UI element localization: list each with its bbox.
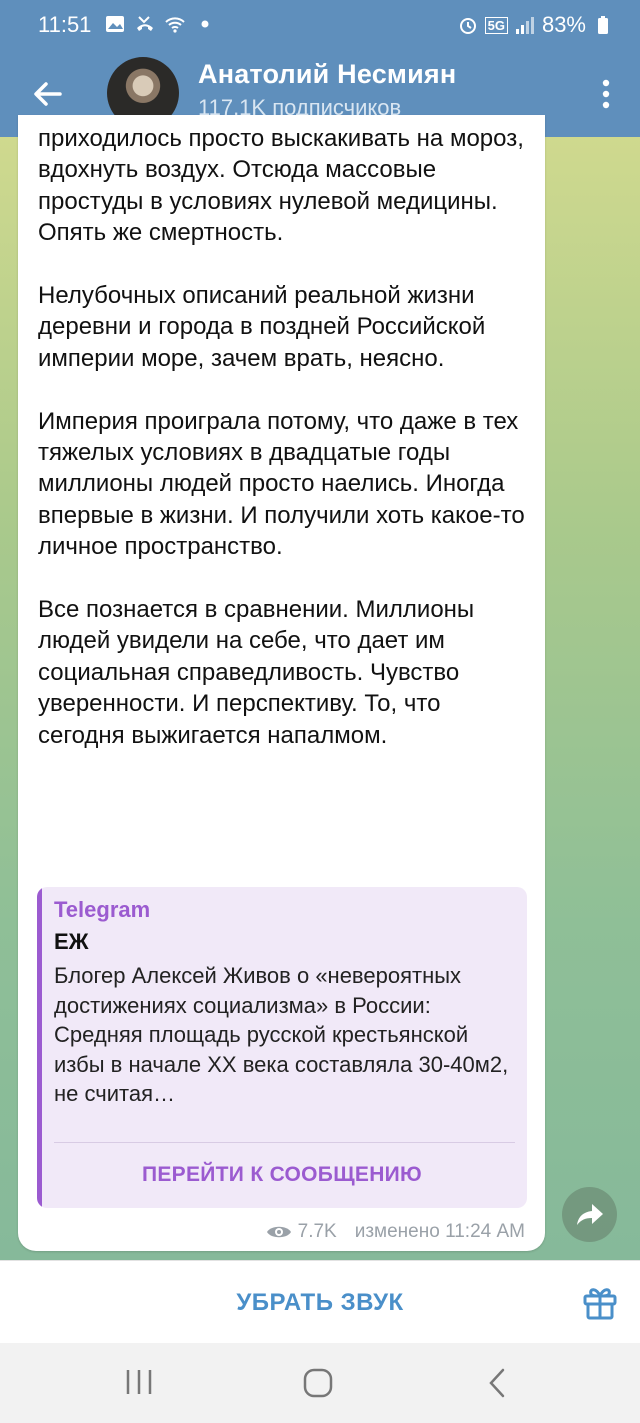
wifi-icon	[165, 17, 185, 33]
views-eye-icon	[266, 1226, 291, 1238]
message-paragraph: приходилось просто выскакивать на мороз,…	[38, 125, 524, 247]
quote-source: Telegram	[54, 897, 151, 922]
alarm-icon	[459, 18, 476, 34]
signal-icon	[515, 17, 534, 34]
dot-icon	[201, 20, 209, 28]
battery-icon	[598, 16, 608, 34]
edited-time: изменено 11:24 AM	[354, 1221, 525, 1242]
network-type: 5G	[484, 16, 508, 34]
status-bar: 11:51 5G 83%	[0, 0, 640, 52]
home-icon[interactable]	[302, 1367, 334, 1399]
status-right-icons: 5G 83%	[457, 12, 614, 38]
go-to-message-button[interactable]: ПЕРЕЙТИ К СООБЩЕНИЮ	[37, 1147, 527, 1203]
mute-button[interactable]: УБРАТЬ ЗВУК	[0, 1261, 640, 1344]
message-paragraph: Все познается в сравнении. Миллионы люде…	[38, 596, 475, 749]
bottom-bar: УБРАТЬ ЗВУК	[0, 1260, 640, 1344]
battery-percent: 83%	[541, 12, 586, 37]
recent-apps-icon[interactable]	[125, 1367, 153, 1397]
message-text: приходилось просто выскакивать на мороз,…	[38, 123, 528, 751]
message-paragraph: Империя проиграла потому, что даже в тех…	[38, 407, 525, 561]
share-arrow-icon	[577, 1204, 603, 1225]
forwarded-quote[interactable]: Telegram ЕЖ Блогер Алексей Живов о «неве…	[37, 887, 527, 1208]
status-time: 11:51	[38, 12, 92, 37]
system-nav-bar	[0, 1343, 640, 1423]
message-paragraph: Нелубочных описаний реальной жизни дерев…	[38, 282, 486, 372]
missed-call-icon	[137, 16, 153, 31]
message-meta: 7.7K изменено 11:24 AM	[266, 1221, 525, 1243]
views-count: 7.7K	[297, 1221, 337, 1242]
quote-author: ЕЖ	[54, 929, 89, 954]
back-arrow-icon[interactable]	[28, 74, 68, 114]
back-nav-icon[interactable]	[485, 1367, 509, 1399]
share-button[interactable]	[562, 1187, 617, 1242]
gallery-icon	[106, 16, 124, 32]
channel-title[interactable]: Анатолий Несмиян	[198, 59, 456, 90]
more-menu-icon[interactable]	[598, 74, 614, 114]
status-left-icons	[104, 13, 216, 35]
gift-icon[interactable]	[582, 1283, 618, 1321]
quote-text: Блогер Алексей Живов о «невероятных дост…	[54, 963, 509, 1106]
quote-divider	[54, 1142, 515, 1143]
